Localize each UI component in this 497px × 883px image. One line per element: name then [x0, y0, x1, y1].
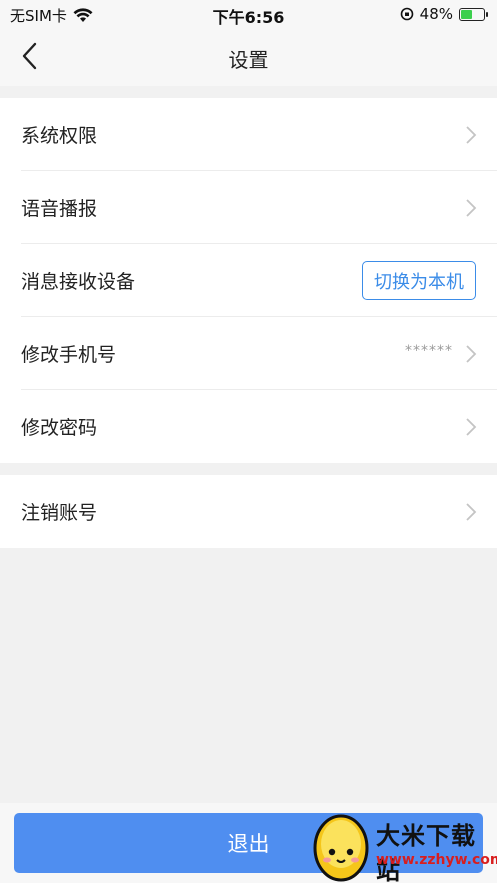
row-label: 修改密码 [21, 417, 98, 439]
status-bar: 无SIM卡 下午6:56 48% [0, 0, 497, 28]
row-label: 注销账号 [21, 502, 98, 524]
settings-row-message-device: 消息接收设备 切换为本机 [0, 244, 497, 317]
watermark: 大米下载站 www.zzhyw.com [310, 808, 497, 883]
chevron-right-icon [466, 345, 477, 363]
settings-row-voice-broadcast[interactable]: 语音播报 [0, 171, 497, 244]
orientation-lock-icon [400, 7, 413, 21]
battery-icon [459, 7, 488, 21]
settings-row-system-permissions[interactable]: 系统权限 [0, 98, 497, 171]
settings-row-cancel-account[interactable]: 注销账号 [0, 475, 497, 548]
mascot-logo-icon [313, 814, 369, 882]
row-label: 修改手机号 [21, 344, 117, 366]
settings-group-account: 注销账号 [0, 475, 497, 548]
page-title: 设置 [228, 48, 269, 72]
masked-phone-value: ****** [405, 343, 453, 359]
settings-row-change-phone[interactable]: 修改手机号 ****** [0, 317, 497, 390]
chevron-right-icon [466, 503, 477, 521]
watermark-title: 大米下载站 [376, 822, 476, 883]
watermark-url: www.zzhyw.com [376, 852, 497, 868]
switch-to-this-device-button[interactable]: 切换为本机 [362, 261, 476, 300]
chevron-right-icon [466, 126, 477, 144]
settings-group-main: 系统权限 语音播报 消息接收设备 切换为本机 修改手机号 ****** 修改密码 [0, 98, 497, 463]
chevron-right-icon [466, 418, 477, 436]
settings-row-change-password[interactable]: 修改密码 [0, 390, 497, 463]
battery-percent: 48% [419, 5, 453, 23]
row-label: 系统权限 [21, 125, 98, 147]
row-label: 消息接收设备 [21, 271, 136, 293]
nav-bar: 设置 [0, 28, 497, 86]
chevron-right-icon [466, 199, 477, 217]
row-label: 语音播报 [21, 198, 98, 220]
